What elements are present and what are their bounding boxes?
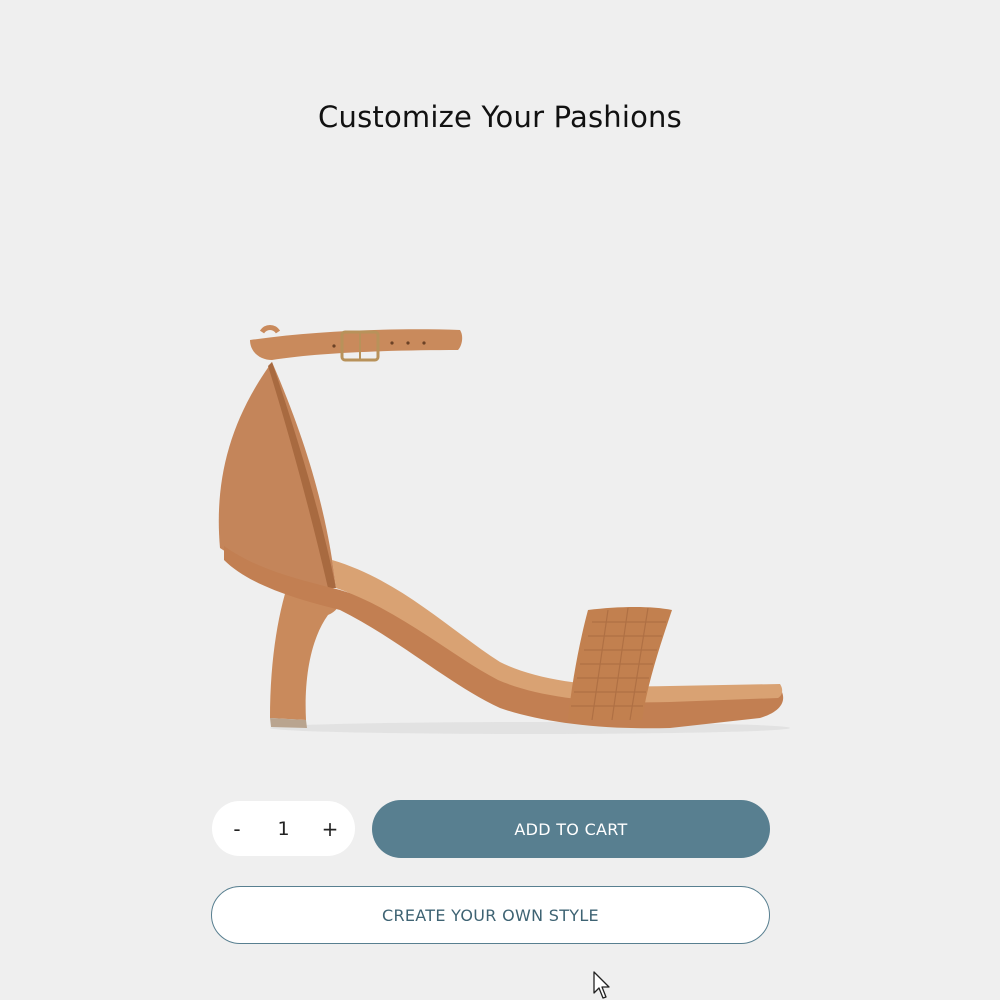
product-image [200,310,800,750]
decrement-button[interactable]: - [222,814,252,844]
add-to-cart-button[interactable]: ADD TO CART [372,800,770,858]
page-title: Customize Your Pashions [318,100,682,134]
quantity-stepper: - 1 + [212,801,355,856]
increment-button[interactable]: + [315,814,345,844]
create-your-own-style-button[interactable]: CREATE YOUR OWN STYLE [211,886,770,944]
mouse-pointer-icon [593,971,610,999]
quantity-value[interactable]: 1 [264,818,304,840]
product-customizer-page: Customize Your Pashions - 1 + ADD TO CAR… [0,0,1000,1000]
